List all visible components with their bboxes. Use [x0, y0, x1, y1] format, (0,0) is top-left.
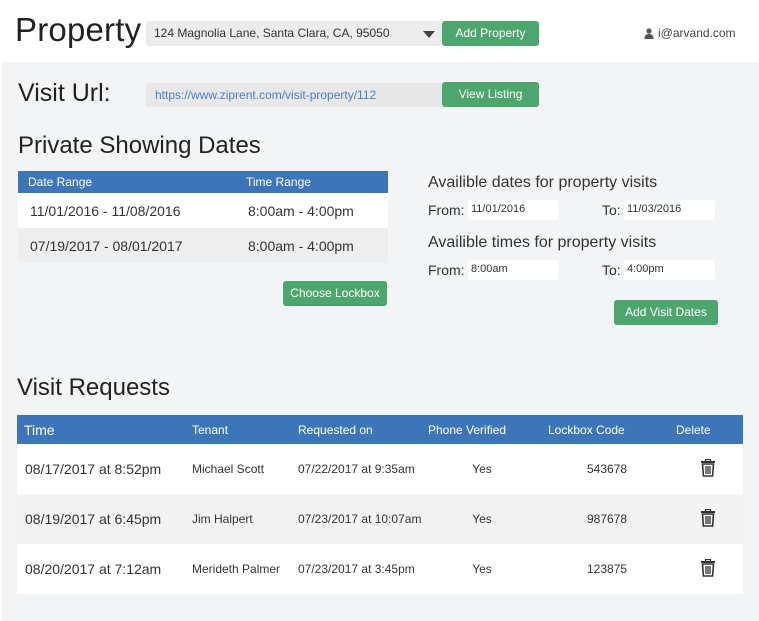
lockbox-code-cell: 123875 — [586, 562, 628, 576]
visit-requests-header: Time Tenant Requested on Phone Verified … — [17, 415, 743, 444]
dates-to-input[interactable]: 11/03/2016 — [624, 200, 715, 220]
trash-icon[interactable] — [700, 458, 716, 480]
dates-from-input[interactable]: 11/01/2016 — [468, 200, 559, 220]
add-property-button[interactable]: Add Property — [442, 21, 539, 46]
trash-icon[interactable] — [700, 508, 716, 530]
tenant-cell: Jim Halpert — [192, 512, 253, 526]
dates-to-label: To: — [602, 202, 621, 218]
trash-icon[interactable] — [700, 558, 716, 580]
phone-verified-cell: Yes — [472, 562, 492, 576]
request-time-cell: 08/20/2017 at 7:12am — [25, 561, 162, 577]
column-header-phone-verified: Phone Verified — [428, 422, 507, 437]
tenant-cell: Michael Scott — [192, 462, 265, 476]
lockbox-code-cell: 987678 — [586, 512, 628, 526]
dates-from-label: From: — [428, 202, 465, 218]
table-row: 08/19/2017 at 6:45pm Jim Halpert 07/23/2… — [17, 494, 743, 544]
delete-cell — [672, 508, 743, 530]
tenant-cell: Merideth Palmer — [192, 562, 281, 576]
date-range-cell: 07/19/2017 - 08/01/2017 — [30, 237, 183, 254]
showing-dates-header: Date Range Time Range — [18, 171, 388, 193]
delete-cell — [672, 558, 743, 580]
column-header-delete: Delete — [676, 422, 711, 437]
delete-cell — [672, 458, 743, 480]
available-times-label: Availible times for property visits — [428, 234, 657, 251]
column-header-time-range: Time Range — [246, 175, 311, 189]
request-time-cell: 08/19/2017 at 6:45pm — [25, 511, 162, 527]
column-header-requested-on: Requested on — [298, 422, 373, 437]
times-from-input[interactable]: 8:00am — [468, 260, 559, 280]
requested-on-cell: 07/22/2017 at 9:35am — [298, 462, 415, 476]
visit-url-field[interactable]: https://www.ziprent.com/visit-property/1… — [146, 83, 442, 107]
column-header-tenant: Tenant — [192, 422, 229, 437]
times-from-label: From: — [428, 262, 465, 278]
top-bar: Property 124 Magnolia Lane, Santa Clara,… — [0, 0, 759, 62]
page-title: Property — [15, 11, 142, 48]
private-showing-title: Private Showing Dates — [18, 132, 261, 159]
user-menu[interactable]: i@arvand.com — [644, 26, 736, 40]
phone-verified-cell: Yes — [472, 512, 492, 526]
main-panel: Visit Url: https://www.ziprent.com/visit… — [2, 62, 759, 621]
requested-on-cell: 07/23/2017 at 3:45pm — [298, 562, 415, 576]
time-range-cell: 8:00am - 4:00pm — [248, 237, 354, 254]
requested-on-cell: 07/23/2017 at 10:07am — [298, 512, 422, 526]
table-row: 11/01/2016 - 11/08/2016 8:00am - 4:00pm — [18, 193, 388, 228]
column-header-lockbox-code: Lockbox Code — [548, 422, 625, 437]
table-row: 07/19/2017 - 08/01/2017 8:00am - 4:00pm — [18, 228, 388, 263]
property-select[interactable]: 124 Magnolia Lane, Santa Clara, CA, 9505… — [146, 21, 443, 46]
column-header-time: Time — [24, 421, 55, 438]
choose-lockbox-button[interactable]: Choose Lockbox — [283, 281, 387, 306]
add-visit-dates-button[interactable]: Add Visit Dates — [614, 300, 718, 325]
chevron-down-icon — [423, 31, 435, 38]
showing-dates-table: Date Range Time Range 11/01/2016 - 11/08… — [18, 171, 388, 263]
lockbox-code-cell: 543678 — [586, 462, 628, 476]
request-time-cell: 08/17/2017 at 8:52pm — [25, 461, 162, 477]
visit-url-label: Visit Url: — [18, 79, 111, 107]
user-icon — [644, 27, 654, 39]
phone-verified-cell: Yes — [472, 462, 492, 476]
visit-requests-table: Time Tenant Requested on Phone Verified … — [17, 415, 743, 594]
user-email: i@arvand.com — [658, 26, 736, 40]
visit-requests-title: Visit Requests — [17, 374, 170, 401]
view-listing-button[interactable]: View Listing — [442, 82, 539, 107]
available-dates-label: Availible dates for property visits — [428, 174, 658, 191]
times-to-label: To: — [602, 262, 621, 278]
table-row: 08/17/2017 at 8:52pm Michael Scott 07/22… — [17, 444, 743, 494]
time-range-cell: 8:00am - 4:00pm — [248, 202, 354, 219]
property-select-value: 124 Magnolia Lane, Santa Clara, CA, 9505… — [154, 26, 390, 40]
table-row: 08/20/2017 at 7:12am Merideth Palmer 07/… — [17, 544, 743, 594]
times-to-input[interactable]: 4:00pm — [624, 260, 715, 280]
column-header-date-range: Date Range — [28, 175, 93, 189]
date-range-cell: 11/01/2016 - 11/08/2016 — [30, 202, 181, 219]
